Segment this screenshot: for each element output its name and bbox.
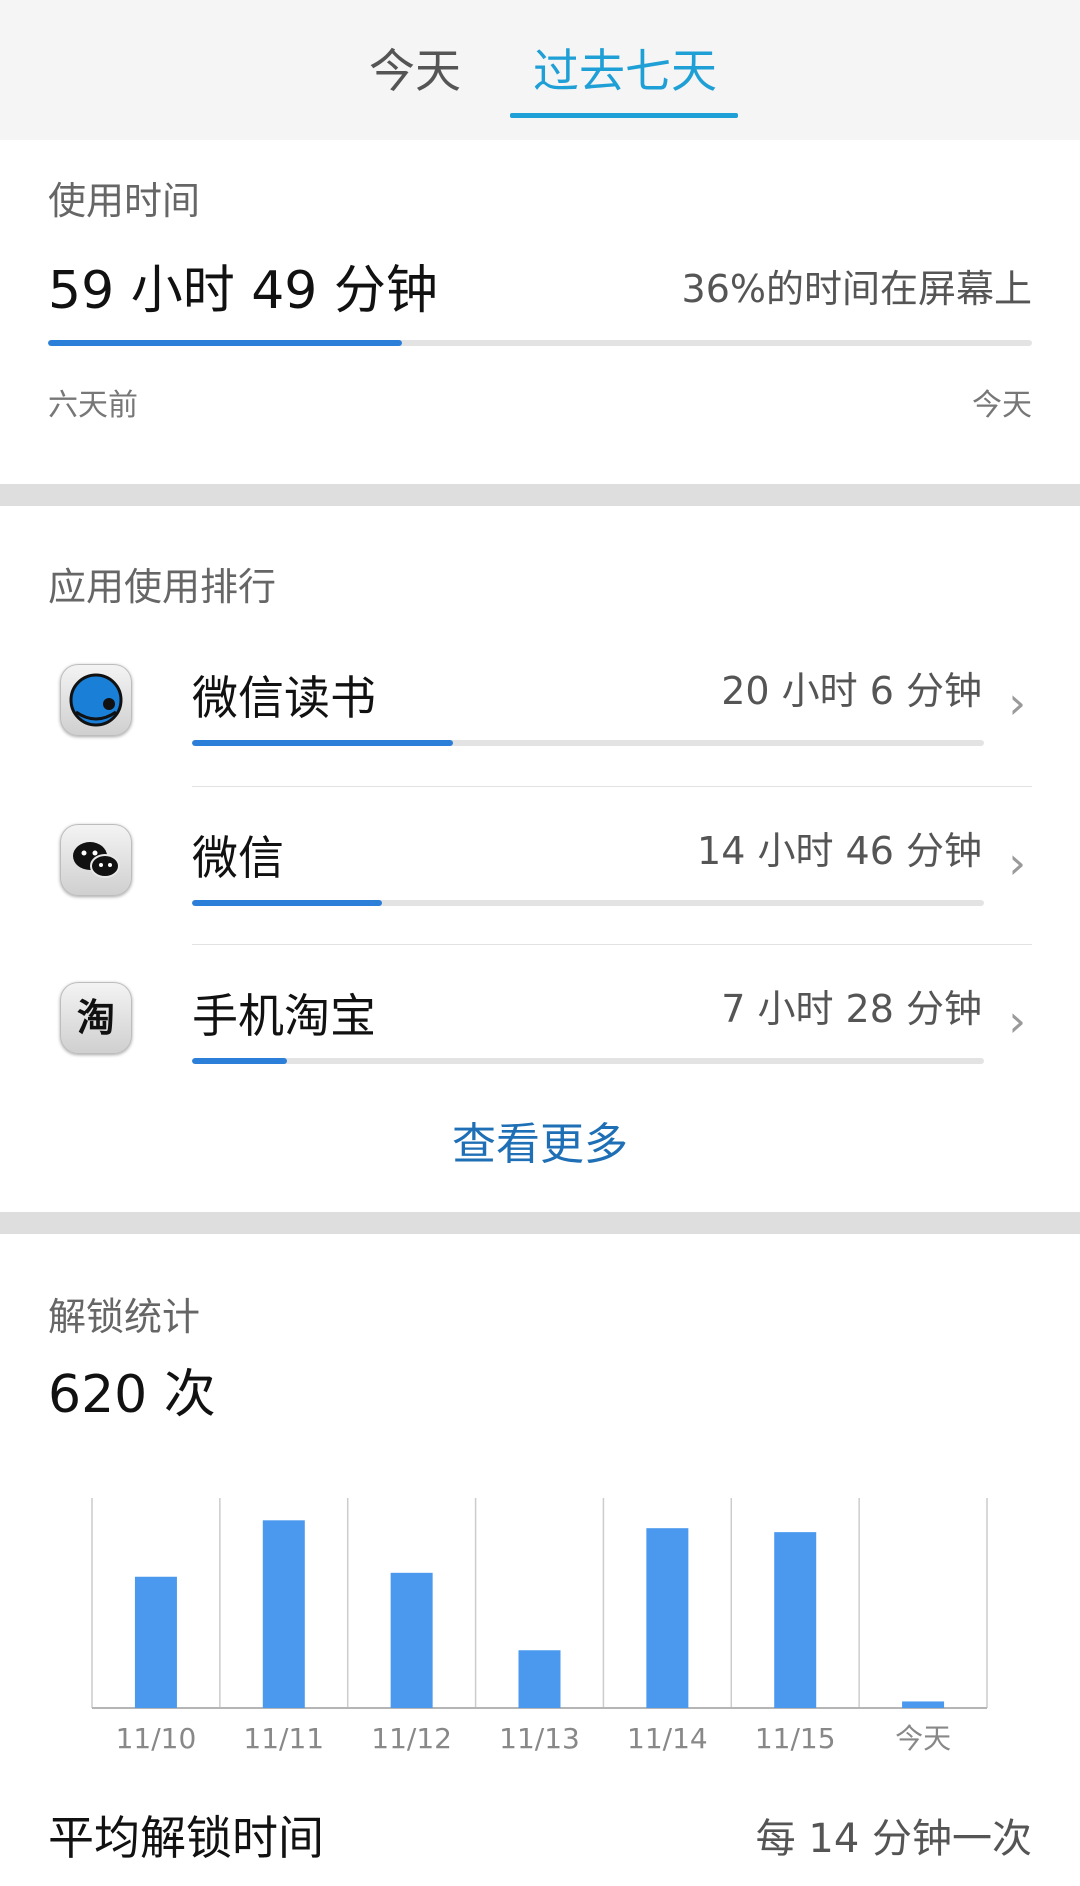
tab-today[interactable]: 今天 [345,36,485,106]
chart-bar [134,1576,177,1708]
app-usage-time: 14 小时 46 分钟 [697,829,982,873]
unlock-section-title: 解锁统计 [48,1295,201,1339]
ranking-section-title: 应用使用排行 [48,565,277,609]
usage-section-title: 使用时间 [48,179,201,223]
active-tab-indicator [510,113,738,118]
app-usage-fill [192,900,383,906]
svg-text:淘: 淘 [77,996,115,1040]
app-usage-fill [192,740,454,746]
chart-tick-label: 今天 [895,1722,951,1755]
screen-time-ratio: 36%的时间在屏幕上 [681,267,1032,311]
section-divider [0,1212,1080,1234]
chart-bar [262,1520,305,1708]
usage-progress-bar [48,340,1032,346]
avg-unlock-label: 平均解锁时间 [48,1811,324,1865]
tab-past-seven-days[interactable]: 过去七天 [515,36,735,106]
app-usage-fill [192,1058,288,1064]
range-start-label: 六天前 [48,388,138,423]
chart-tick-label: 11/11 [243,1722,324,1755]
unlock-bar-chart: 11/10 11/11 11/12 11/13 11/14 11/15 今天 [91,1498,988,1755]
app-usage-bar [192,900,984,906]
period-tabs: 今天 过去七天 [0,0,1080,140]
app-name: 微信读书 [192,671,376,725]
weread-icon [60,664,132,736]
chart-tick-label: 11/10 [116,1722,197,1755]
chart-bar [518,1650,561,1708]
see-more-link[interactable]: 查看更多 [0,1108,1080,1172]
app-row-taobao[interactable]: 淘 手机淘宝 7 小时 28 分钟 › [0,950,1080,1108]
chart-bar [902,1701,945,1708]
usage-progress-fill [48,340,403,346]
unlock-count: 620 次 [48,1365,216,1425]
range-end-label: 今天 [972,388,1032,423]
chevron-right-icon: › [1008,838,1026,889]
app-row-weread[interactable]: 微信读书 20 小时 6 分钟 › [0,632,1080,790]
chart-bar [774,1532,817,1708]
list-separator [192,944,1032,945]
chevron-right-icon: › [1008,996,1026,1047]
list-separator [192,786,1032,787]
app-name: 手机淘宝 [192,989,376,1043]
app-usage-time: 7 小时 28 分钟 [721,987,982,1031]
app-usage-bar [192,740,984,746]
app-usage-bar [192,1058,984,1064]
taobao-icon: 淘 [60,982,132,1054]
chart-bar [390,1572,433,1708]
app-name: 微信 [192,831,284,885]
chart-bar [646,1528,689,1708]
usage-total-time: 59 小时 49 分钟 [48,261,438,321]
wechat-icon [60,824,132,896]
chart-tick-label: 11/12 [371,1722,452,1755]
chart-tick-label: 11/14 [627,1722,708,1755]
chart-tick-label: 11/15 [755,1722,836,1755]
section-divider [0,484,1080,506]
app-usage-time: 20 小时 6 分钟 [721,669,982,713]
avg-unlock-value: 每 14 分钟一次 [755,1816,1032,1862]
chevron-right-icon: › [1008,678,1026,729]
chart-tick-label: 11/13 [499,1722,580,1755]
app-row-wechat[interactable]: 微信 14 小时 46 分钟 › [0,792,1080,950]
